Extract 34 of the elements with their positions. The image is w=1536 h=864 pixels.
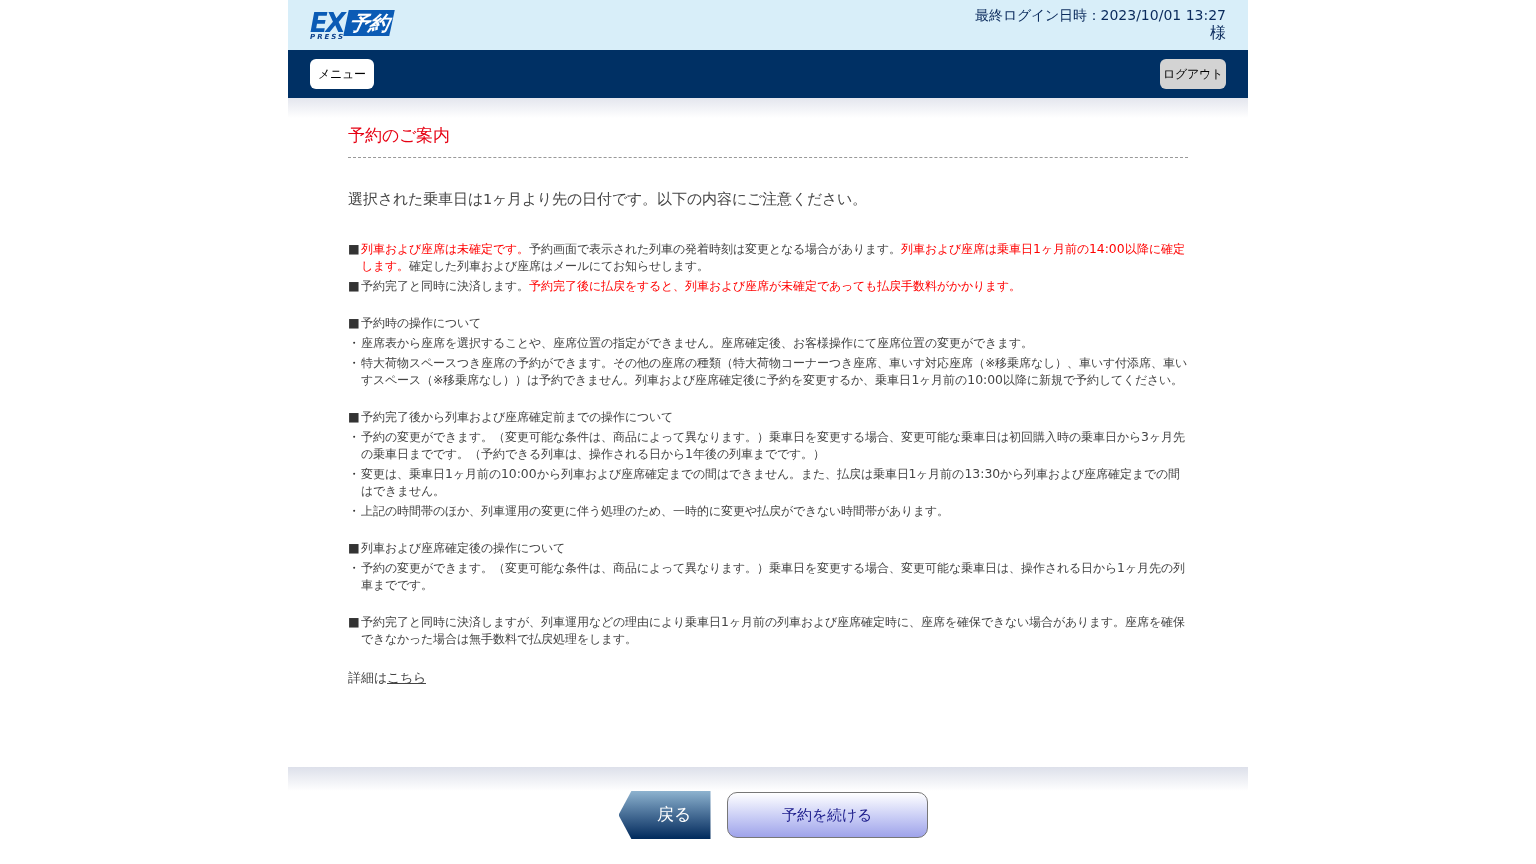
bullet-marker: ・: [348, 354, 361, 373]
notice-text: 予約の変更ができます。（変更可能な条件は、商品によって異なります。）乗車日を変更する場合、変更可能な乗車日は、操作される日から1ヶ月先の列車までです。: [361, 559, 1186, 594]
notice-text: 列車および座席確定後の操作について: [361, 539, 566, 557]
back-button[interactable]: 戻る: [618, 791, 711, 839]
bullet-marker: ■: [348, 408, 361, 426]
page-title: 予約のご案内: [348, 118, 1188, 158]
notice-text: 予約の変更ができます。（変更可能な条件は、商品によって異なります。）乗車日を変更する場合、変更可能な乗車日は初回購入時の乗車日から3ヶ月先の乗車日までです。（予約できる列車は、操作される日から1年後の列車までです。）: [361, 428, 1186, 463]
notice-text: 列車および座席は未確定です。予約画面で表示された列車の発着時刻は変更となる場合があります。列車および座席は乗車日1ヶ月前の14:00以降に確定します。確定した列車および座席はメールにてお知らせします。: [361, 240, 1186, 275]
honorific-text: 様: [1210, 24, 1226, 42]
notice-text: 予約時の操作について: [361, 314, 482, 332]
last-login-text: 最終ログイン日時：2023/10/01 13:27: [974, 6, 1226, 24]
notice-text: 座席表から座席を選択することや、座席位置の指定ができません。座席確定後、お客様操作にて座席位置の変更ができます。: [361, 334, 1034, 352]
notice-text: 変更は、乗車日1ヶ月前の10:00から列車および座席確定までの間はできません。また、払戻は乗車日1ヶ月前の13:30から列車および座席確定までの間はできません。: [361, 465, 1182, 500]
menu-button[interactable]: メニュー: [310, 59, 374, 89]
notice-text: 予約完了後から列車および座席確定前までの操作について: [361, 408, 674, 426]
bullet-marker: ・: [348, 502, 361, 520]
details-link[interactable]: こちら: [387, 670, 426, 686]
notice-text: 特大荷物スペースつき座席の予約ができます。その他の座席の種類（特大荷物コーナーつき座席、車いす対応座席（※移乗席なし）、車いす付添席、車いすスペース（※移乗席なし））は予約できません。列車および座席確定後に予約を変更するか、乗車日1ヶ月前の10:00以降に新規で予約してください。: [361, 354, 1188, 389]
bullet-marker: ■: [348, 277, 361, 295]
notice-text: 上記の時間帯のほか、列車運用の変更に伴う処理のため、一時的に変更や払戻ができない時間帯があります。: [361, 502, 950, 520]
bullet-marker: ・: [348, 465, 361, 484]
notice-text: 予約完了と同時に決済します。予約完了後に払戻をすると、列車および座席が未確定であっても払戻手数料がかかります。: [361, 277, 1022, 295]
continue-button[interactable]: 予約を続ける: [726, 792, 928, 838]
details-label: 詳細は: [348, 670, 387, 686]
bullet-marker: ■: [348, 539, 361, 557]
bullet-marker: ■: [348, 613, 361, 632]
bullet-marker: ■: [348, 314, 361, 332]
intro-text: 選択された乗車日は1ヶ月より先の日付です。以下の内容にご注意ください。: [348, 189, 869, 209]
bullet-marker: ・: [348, 559, 361, 578]
bullet-marker: ■: [348, 240, 361, 259]
bullet-marker: ・: [348, 428, 361, 447]
notice-text: 予約完了と同時に決済しますが、列車運用などの理由により乗車日1ヶ月前の列車および座席確定時に、座席を確保できない場合があります。座席を確保できなかった場合は無手数料で払戻処理をします。: [361, 613, 1186, 648]
logout-button[interactable]: ログアウト: [1160, 59, 1226, 89]
bullet-marker: ・: [348, 334, 361, 352]
